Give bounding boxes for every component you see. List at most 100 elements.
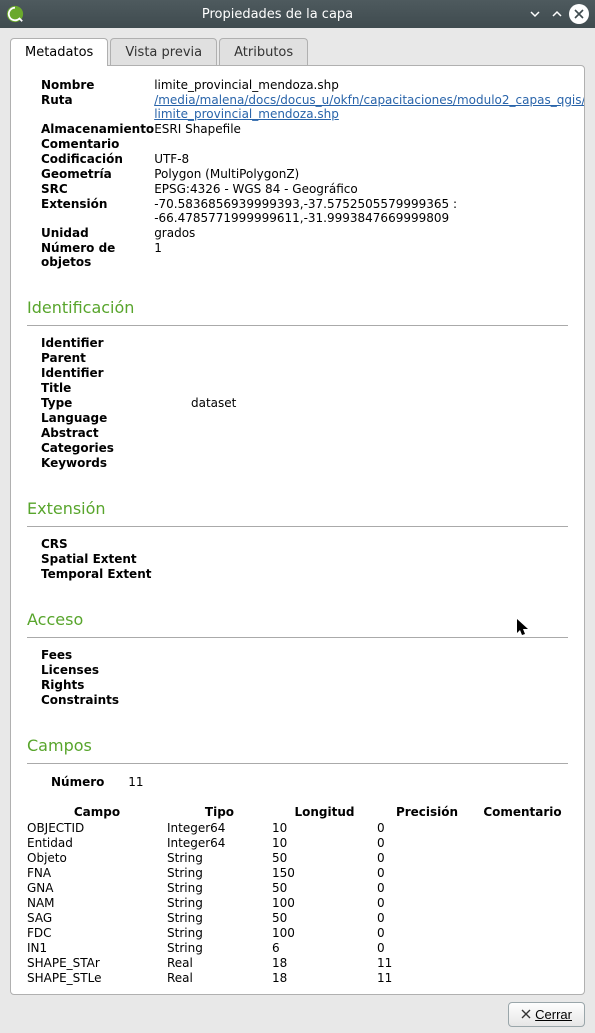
fields-header: Campo Tipo Longitud Precisión Comentario <box>27 803 568 821</box>
label-constraints: Constraints <box>27 693 568 708</box>
value-comment <box>154 137 584 152</box>
minimize-icon[interactable] <box>525 4 545 24</box>
label-identifier: Identifier <box>41 336 141 351</box>
value-crs: EPSG:4326 - WGS 84 - Geográfico <box>154 182 584 197</box>
close-icon[interactable] <box>569 4 589 24</box>
divider <box>27 637 568 638</box>
label-abstract: Abstract <box>41 426 141 441</box>
table-row: IN1String60 <box>27 941 568 956</box>
divider <box>27 763 568 764</box>
x-icon <box>521 1007 531 1022</box>
label-language: Language <box>41 411 141 426</box>
cell-prec: 11 <box>377 956 477 971</box>
cell-name: FDC <box>27 926 167 941</box>
col-campo: Campo <box>27 805 167 819</box>
cell-type: String <box>167 851 272 866</box>
label-rights: Rights <box>27 678 568 693</box>
table-row: FNAString1500 <box>27 866 568 881</box>
col-precision: Precisión <box>377 805 477 819</box>
cell-prec: 0 <box>377 896 477 911</box>
cell-length: 100 <box>272 926 377 941</box>
cell-prec: 0 <box>377 941 477 956</box>
cell-prec: 0 <box>377 821 477 836</box>
close-button-label: Cerrar <box>535 1007 572 1022</box>
cell-name: SHAPE_STLe <box>27 971 167 986</box>
table-row: ObjetoString500 <box>27 851 568 866</box>
table-row: OBJECTIDInteger64100 <box>27 821 568 836</box>
panel: Nombre limite_provincial_mendoza.shp Rut… <box>10 65 585 995</box>
cell-prec: 0 <box>377 851 477 866</box>
value-geometry: Polygon (MultiPolygonZ) <box>154 167 584 182</box>
cell-name: IN1 <box>27 941 167 956</box>
cell-type: String <box>167 941 272 956</box>
cell-type: Real <box>167 971 272 986</box>
label-fees: Fees <box>27 648 568 663</box>
col-comentario: Comentario <box>477 805 568 819</box>
cell-length: 50 <box>272 881 377 896</box>
tab-preview[interactable]: Vista previa <box>110 38 217 66</box>
divider <box>27 526 568 527</box>
section-extent: Extensión <box>27 499 568 518</box>
value-name: limite_provincial_mendoza.shp <box>154 78 584 93</box>
cell-length: 150 <box>272 866 377 881</box>
close-button[interactable]: Cerrar <box>508 1002 585 1027</box>
path-line1: /media/malena/docs/docus_u/okfn/capacita… <box>154 93 584 107</box>
cell-length: 50 <box>272 911 377 926</box>
table-row: FDCString1000 <box>27 926 568 941</box>
cell-comment <box>477 821 568 836</box>
table-row: SHAPE_STArReal1811 <box>27 956 568 971</box>
label-ext-spatial: Spatial Extent <box>27 552 568 567</box>
table-row: SAGString500 <box>27 911 568 926</box>
maximize-icon[interactable] <box>547 4 567 24</box>
label-unit: Unidad <box>27 226 154 241</box>
value-extent: -70.5836856939999393,-37.575250557999936… <box>154 197 584 226</box>
path-line2: limite_provincial_mendoza.shp <box>154 107 339 121</box>
table-row: GNAString500 <box>27 881 568 896</box>
cell-prec: 0 <box>377 866 477 881</box>
cell-type: Integer64 <box>167 836 272 851</box>
label-encoding: Codificación <box>27 152 154 167</box>
label-storage: Almacenamiento <box>27 122 154 137</box>
button-bar: Cerrar <box>0 996 595 1033</box>
app-icon <box>6 5 24 23</box>
section-access: Acceso <box>27 610 568 629</box>
cell-length: 10 <box>272 836 377 851</box>
label-ext-temporal: Temporal Extent <box>27 567 568 582</box>
titlebar: Propiedades de la capa <box>0 0 595 28</box>
label-type: Type <box>41 396 141 411</box>
cell-comment <box>477 956 568 971</box>
table-row: EntidadInteger64100 <box>27 836 568 851</box>
label-licenses: Licenses <box>27 663 568 678</box>
cell-name: Entidad <box>27 836 167 851</box>
cell-prec: 0 <box>377 926 477 941</box>
cell-comment <box>477 941 568 956</box>
cell-name: NAM <box>27 896 167 911</box>
cell-type: String <box>167 866 272 881</box>
cell-prec: 0 <box>377 836 477 851</box>
cell-name: SAG <box>27 911 167 926</box>
cell-type: String <box>167 896 272 911</box>
col-longitud: Longitud <box>272 805 377 819</box>
cell-comment <box>477 866 568 881</box>
value-unit: grados <box>154 226 584 241</box>
metadata-scroll[interactable]: Nombre limite_provincial_mendoza.shp Rut… <box>11 66 584 994</box>
cell-comment <box>477 971 568 986</box>
cell-type: String <box>167 926 272 941</box>
label-categories: Categories <box>41 441 141 456</box>
value-encoding: UTF-8 <box>154 152 584 167</box>
field-count: Número 11 <box>27 774 568 791</box>
value-path-link[interactable]: /media/malena/docs/docus_u/okfn/capacita… <box>154 93 584 121</box>
value-featcount: 1 <box>154 241 584 270</box>
tab-metadata[interactable]: Metadatos <box>10 38 108 66</box>
cell-name: FNA <box>27 866 167 881</box>
cell-comment <box>477 881 568 896</box>
cell-type: String <box>167 911 272 926</box>
tab-attributes[interactable]: Atributos <box>219 38 308 66</box>
label-ext-crs: CRS <box>27 537 568 552</box>
cell-comment <box>477 896 568 911</box>
section-fields: Campos <box>27 736 568 755</box>
label-name: Nombre <box>27 78 154 93</box>
cell-comment <box>477 926 568 941</box>
cell-type: Real <box>167 956 272 971</box>
cell-comment <box>477 836 568 851</box>
